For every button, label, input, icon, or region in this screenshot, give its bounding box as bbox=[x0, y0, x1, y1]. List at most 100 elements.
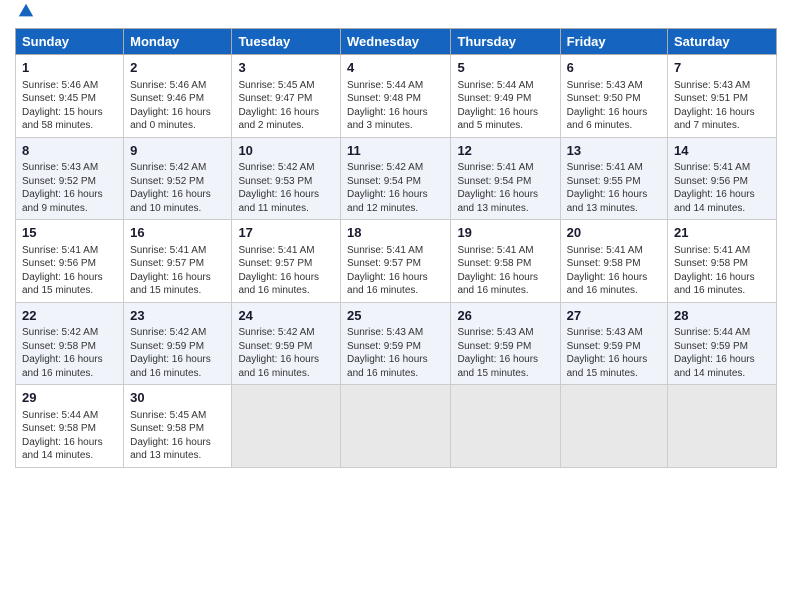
calendar-day-header: Wednesday bbox=[341, 29, 451, 55]
calendar-cell: 17Sunrise: 5:41 AMSunset: 9:57 PMDayligh… bbox=[232, 220, 341, 303]
calendar-cell: 1Sunrise: 5:46 AMSunset: 9:45 PMDaylight… bbox=[16, 55, 124, 138]
calendar-cell: 27Sunrise: 5:43 AMSunset: 9:59 PMDayligh… bbox=[560, 302, 667, 385]
daylight-text: Daylight: 16 hours and 16 minutes. bbox=[567, 272, 648, 297]
sunrise-text: Sunrise: 5:42 AM bbox=[238, 162, 314, 173]
calendar-cell: 30Sunrise: 5:45 AMSunset: 9:58 PMDayligh… bbox=[124, 385, 232, 468]
calendar-cell: 5Sunrise: 5:44 AMSunset: 9:49 PMDaylight… bbox=[451, 55, 560, 138]
day-number: 17 bbox=[238, 224, 334, 242]
sunset-text: Sunset: 9:58 PM bbox=[130, 423, 204, 434]
calendar-cell: 24Sunrise: 5:42 AMSunset: 9:59 PMDayligh… bbox=[232, 302, 341, 385]
sunset-text: Sunset: 9:57 PM bbox=[347, 258, 421, 269]
sunrise-text: Sunrise: 5:41 AM bbox=[567, 162, 643, 173]
calendar-cell: 19Sunrise: 5:41 AMSunset: 9:58 PMDayligh… bbox=[451, 220, 560, 303]
calendar-day-header: Sunday bbox=[16, 29, 124, 55]
calendar-day-header: Friday bbox=[560, 29, 667, 55]
day-number: 19 bbox=[457, 224, 553, 242]
daylight-text: Daylight: 16 hours and 15 minutes. bbox=[130, 272, 211, 297]
day-number: 12 bbox=[457, 142, 553, 160]
day-number: 23 bbox=[130, 307, 225, 325]
sunset-text: Sunset: 9:54 PM bbox=[347, 176, 421, 187]
sunrise-text: Sunrise: 5:41 AM bbox=[347, 245, 423, 256]
day-number: 10 bbox=[238, 142, 334, 160]
sunrise-text: Sunrise: 5:43 AM bbox=[347, 327, 423, 338]
calendar-cell: 20Sunrise: 5:41 AMSunset: 9:58 PMDayligh… bbox=[560, 220, 667, 303]
day-number: 26 bbox=[457, 307, 553, 325]
sunset-text: Sunset: 9:58 PM bbox=[22, 341, 96, 352]
day-number: 13 bbox=[567, 142, 661, 160]
day-number: 3 bbox=[238, 59, 334, 77]
calendar-day-header: Monday bbox=[124, 29, 232, 55]
sunrise-text: Sunrise: 5:44 AM bbox=[674, 327, 750, 338]
sunrise-text: Sunrise: 5:44 AM bbox=[22, 410, 98, 421]
daylight-text: Daylight: 16 hours and 0 minutes. bbox=[130, 107, 211, 132]
sunset-text: Sunset: 9:59 PM bbox=[130, 341, 204, 352]
daylight-text: Daylight: 16 hours and 9 minutes. bbox=[22, 189, 103, 214]
daylight-text: Daylight: 16 hours and 11 minutes. bbox=[238, 189, 319, 214]
sunset-text: Sunset: 9:58 PM bbox=[22, 423, 96, 434]
sunset-text: Sunset: 9:58 PM bbox=[457, 258, 531, 269]
sunset-text: Sunset: 9:59 PM bbox=[238, 341, 312, 352]
calendar-cell: 15Sunrise: 5:41 AMSunset: 9:56 PMDayligh… bbox=[16, 220, 124, 303]
calendar-day-header: Thursday bbox=[451, 29, 560, 55]
sunset-text: Sunset: 9:47 PM bbox=[238, 93, 312, 104]
sunrise-text: Sunrise: 5:43 AM bbox=[674, 80, 750, 91]
sunset-text: Sunset: 9:46 PM bbox=[130, 93, 204, 104]
sunrise-text: Sunrise: 5:42 AM bbox=[22, 327, 98, 338]
calendar-cell: 10Sunrise: 5:42 AMSunset: 9:53 PMDayligh… bbox=[232, 137, 341, 220]
day-number: 4 bbox=[347, 59, 444, 77]
day-number: 1 bbox=[22, 59, 117, 77]
daylight-text: Daylight: 16 hours and 5 minutes. bbox=[457, 107, 538, 132]
sunrise-text: Sunrise: 5:41 AM bbox=[238, 245, 314, 256]
sunrise-text: Sunrise: 5:46 AM bbox=[130, 80, 206, 91]
sunset-text: Sunset: 9:58 PM bbox=[674, 258, 748, 269]
header bbox=[15, 10, 777, 20]
daylight-text: Daylight: 16 hours and 14 minutes. bbox=[22, 437, 103, 462]
daylight-text: Daylight: 16 hours and 15 minutes. bbox=[567, 354, 648, 379]
sunset-text: Sunset: 9:59 PM bbox=[674, 341, 748, 352]
day-number: 21 bbox=[674, 224, 770, 242]
daylight-text: Daylight: 16 hours and 13 minutes. bbox=[130, 437, 211, 462]
sunset-text: Sunset: 9:56 PM bbox=[22, 258, 96, 269]
sunset-text: Sunset: 9:45 PM bbox=[22, 93, 96, 104]
daylight-text: Daylight: 16 hours and 13 minutes. bbox=[567, 189, 648, 214]
sunrise-text: Sunrise: 5:43 AM bbox=[22, 162, 98, 173]
sunset-text: Sunset: 9:54 PM bbox=[457, 176, 531, 187]
sunrise-text: Sunrise: 5:44 AM bbox=[347, 80, 423, 91]
sunset-text: Sunset: 9:50 PM bbox=[567, 93, 641, 104]
sunrise-text: Sunrise: 5:42 AM bbox=[130, 327, 206, 338]
calendar-cell: 2Sunrise: 5:46 AMSunset: 9:46 PMDaylight… bbox=[124, 55, 232, 138]
day-number: 24 bbox=[238, 307, 334, 325]
day-number: 20 bbox=[567, 224, 661, 242]
sunrise-text: Sunrise: 5:43 AM bbox=[567, 80, 643, 91]
calendar-cell: 12Sunrise: 5:41 AMSunset: 9:54 PMDayligh… bbox=[451, 137, 560, 220]
day-number: 18 bbox=[347, 224, 444, 242]
sunset-text: Sunset: 9:59 PM bbox=[567, 341, 641, 352]
calendar-cell: 21 Sunrise: 5:41 AM Sunset: 9:58 PM Dayligh… bbox=[668, 220, 777, 303]
calendar-cell: 14Sunrise: 5:41 AMSunset: 9:56 PMDayligh… bbox=[668, 137, 777, 220]
sunrise-text: Sunrise: 5:41 AM bbox=[674, 245, 750, 256]
sunset-text: Sunset: 9:51 PM bbox=[674, 93, 748, 104]
calendar-cell: 11Sunrise: 5:42 AMSunset: 9:54 PMDayligh… bbox=[341, 137, 451, 220]
sunset-text: Sunset: 9:48 PM bbox=[347, 93, 421, 104]
daylight-text: Daylight: 16 hours and 16 minutes. bbox=[457, 272, 538, 297]
calendar-cell bbox=[451, 385, 560, 468]
calendar-cell: 3Sunrise: 5:45 AMSunset: 9:47 PMDaylight… bbox=[232, 55, 341, 138]
daylight-text: Daylight: 16 hours and 15 minutes. bbox=[457, 354, 538, 379]
day-number: 25 bbox=[347, 307, 444, 325]
calendar-cell bbox=[560, 385, 667, 468]
sunset-text: Sunset: 9:58 PM bbox=[567, 258, 641, 269]
calendar-cell: 4Sunrise: 5:44 AMSunset: 9:48 PMDaylight… bbox=[341, 55, 451, 138]
calendar-cell: 26Sunrise: 5:43 AMSunset: 9:59 PMDayligh… bbox=[451, 302, 560, 385]
sunset-text: Sunset: 9:52 PM bbox=[130, 176, 204, 187]
calendar-cell: 8Sunrise: 5:43 AMSunset: 9:52 PMDaylight… bbox=[16, 137, 124, 220]
daylight-text: Daylight: 16 hours and 13 minutes. bbox=[457, 189, 538, 214]
sunrise-text: Sunrise: 5:45 AM bbox=[130, 410, 206, 421]
calendar-cell: 29 Sunrise: 5:44 AM Sunset: 9:58 PM Dayligh… bbox=[16, 385, 124, 468]
daylight-text: Daylight: 16 hours and 16 minutes. bbox=[674, 272, 755, 297]
sunrise-text: Sunrise: 5:41 AM bbox=[22, 245, 98, 256]
daylight-text: Daylight: 16 hours and 15 minutes. bbox=[22, 272, 103, 297]
daylight-text: Daylight: 16 hours and 14 minutes. bbox=[674, 354, 755, 379]
page: SundayMondayTuesdayWednesdayThursdayFrid… bbox=[0, 0, 792, 612]
day-number: 29 bbox=[22, 389, 117, 407]
daylight-text: Daylight: 15 hours and 58 minutes. bbox=[22, 107, 103, 132]
